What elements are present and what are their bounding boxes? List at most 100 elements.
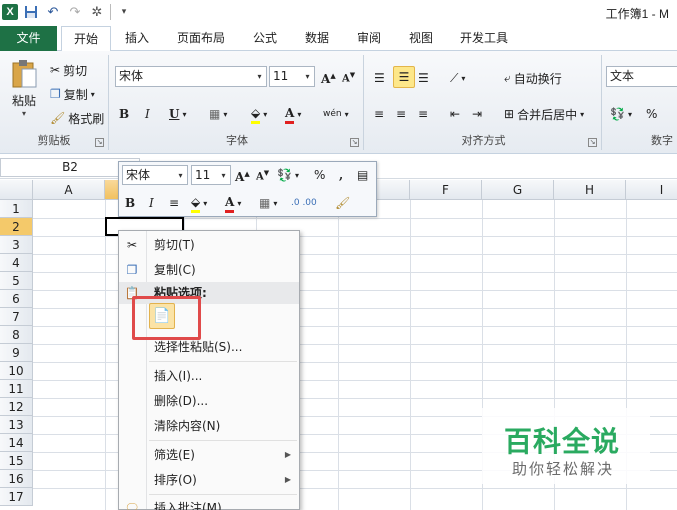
save-icon[interactable] (22, 3, 40, 21)
copy-dropdown-icon[interactable]: ▾ (91, 90, 95, 99)
tab-home[interactable]: 开始 (61, 26, 111, 52)
row-header[interactable]: 13 (0, 416, 33, 434)
menu-item-clear[interactable]: 清除内容(N) (119, 415, 299, 437)
row-header[interactable]: 16 (0, 470, 33, 488)
fill-dropdown-icon[interactable]: ▾ (263, 110, 267, 119)
alignment-launcher-icon[interactable]: ↘ (588, 138, 597, 147)
border-dropdown-icon[interactable]: ▾ (223, 110, 227, 119)
redo-icon[interactable]: ↷ (66, 3, 84, 21)
mini-shrink-font-button[interactable]: A▼ (256, 164, 269, 186)
mini-format-painter-button[interactable]: 🖌 (335, 192, 350, 214)
accounting-dropdown-icon[interactable]: ▾ (628, 110, 632, 119)
mini-font-combo[interactable]: 宋体 ▾ (122, 165, 188, 185)
mini-font-color-button[interactable]: A ▾ (225, 192, 241, 214)
mini-border-dropdown-icon[interactable]: ▾ (273, 199, 277, 208)
menu-item-sort[interactable]: 排序(O) ▶ (119, 469, 299, 491)
menu-item-delete[interactable]: 删除(D)... (119, 390, 299, 412)
font-name-combo[interactable]: 宋体 ▾ (115, 66, 267, 87)
column-header[interactable]: F (410, 180, 482, 200)
phonetic-dropdown-icon[interactable]: ▾ (345, 110, 349, 119)
tab-view[interactable]: 视图 (402, 26, 440, 51)
row-header[interactable]: 4 (0, 254, 33, 272)
mini-decimal-button[interactable]: .0 .00 (291, 192, 317, 214)
column-header[interactable]: H (554, 180, 626, 200)
phonetic-button[interactable]: wén ▾ (323, 103, 349, 125)
clipboard-launcher-icon[interactable]: ↘ (95, 138, 104, 147)
mini-font-color-dropdown-icon[interactable]: ▾ (237, 199, 241, 208)
mini-fill-color-button[interactable]: ⬙ ▾ (191, 192, 207, 214)
border-button[interactable]: ▦ ▾ (209, 103, 227, 125)
row-header[interactable]: 11 (0, 380, 33, 398)
mini-format-button[interactable]: ▤ (357, 164, 368, 186)
fill-color-button[interactable]: ⬙ ▾ (251, 103, 267, 125)
wrap-text-button[interactable]: ⤶ 自动换行 (504, 67, 562, 89)
mini-border-button[interactable]: ▦ ▾ (259, 192, 277, 214)
tab-file[interactable]: 文件 (0, 26, 57, 51)
tools-icon[interactable]: ✲ (88, 3, 106, 21)
decrease-indent-button[interactable]: ⇤ (450, 103, 460, 125)
column-header[interactable]: A (33, 180, 105, 200)
row-header[interactable]: 3 (0, 236, 33, 254)
menu-item-insert-comment[interactable]: 🗨 插入批注(M) (119, 497, 299, 510)
row-header[interactable]: 9 (0, 344, 33, 362)
row-header[interactable]: 6 (0, 290, 33, 308)
mini-accounting-button[interactable]: 💱 ▾ (277, 164, 299, 186)
font-size-combo[interactable]: 11 ▾ (269, 66, 315, 87)
select-all-corner[interactable] (0, 180, 33, 200)
italic-button[interactable]: I (145, 103, 150, 125)
orientation-button[interactable]: ⟋ ▾ (450, 67, 465, 89)
row-header[interactable]: 12 (0, 398, 33, 416)
align-top-button[interactable]: ☰ (374, 67, 385, 89)
percent-button[interactable]: % (646, 103, 657, 125)
underline-dropdown-icon[interactable]: ▾ (182, 110, 186, 119)
tab-formulas[interactable]: 公式 (246, 26, 284, 51)
mini-size-combo[interactable]: 11 ▾ (191, 165, 231, 185)
cut-button[interactable]: ✂ 剪切 (50, 59, 87, 81)
customize-qat-icon[interactable]: ▾ (115, 3, 133, 21)
grow-font-button[interactable]: A▲ (321, 66, 336, 88)
merge-center-button[interactable]: ⊞ 合并后居中 ▾ (504, 103, 584, 125)
bold-button[interactable]: B (119, 103, 129, 125)
tab-page-layout[interactable]: 页面布局 (170, 26, 232, 51)
mini-align-center-button[interactable]: ≡ (169, 192, 179, 214)
accounting-button[interactable]: 💱 ▾ (610, 103, 632, 125)
mini-fill-dropdown-icon[interactable]: ▾ (203, 199, 207, 208)
underline-button[interactable]: U ▾ (169, 103, 186, 125)
row-header[interactable]: 5 (0, 272, 33, 290)
mini-italic-button[interactable]: I (149, 192, 154, 214)
format-painter-button[interactable]: 🖌 格式刷 (50, 107, 104, 129)
mini-accounting-dropdown-icon[interactable]: ▾ (295, 171, 299, 180)
mini-percent-button[interactable]: % (314, 164, 325, 186)
row-header[interactable]: 14 (0, 434, 33, 452)
font-color-button[interactable]: A ▾ (285, 103, 301, 125)
column-header[interactable]: I (626, 180, 677, 200)
row-header[interactable]: 8 (0, 326, 33, 344)
menu-item-filter[interactable]: 筛选(E) ▶ (119, 444, 299, 466)
menu-item-copy[interactable]: ❐ 复制(C) (119, 259, 299, 281)
font-color-dropdown-icon[interactable]: ▾ (297, 110, 301, 119)
tab-review[interactable]: 审阅 (350, 26, 388, 51)
column-header[interactable]: G (482, 180, 554, 200)
row-header[interactable]: 15 (0, 452, 33, 470)
merge-dropdown-icon[interactable]: ▾ (580, 110, 584, 119)
tab-data[interactable]: 数据 (298, 26, 336, 51)
row-header[interactable]: 7 (0, 308, 33, 326)
paste-button[interactable]: 粘贴 ▾ (6, 57, 42, 121)
menu-item-cut[interactable]: ✂ 剪切(T) (119, 234, 299, 256)
number-format-combo[interactable]: 文本 (606, 66, 677, 87)
paste-dropdown-icon[interactable]: ▾ (6, 109, 42, 118)
align-left-button[interactable]: ≡ (374, 103, 384, 125)
shrink-font-button[interactable]: A▼ (342, 66, 355, 88)
mini-comma-button[interactable]: , (339, 164, 343, 186)
menu-item-insert[interactable]: 插入(I)... (119, 365, 299, 387)
row-header[interactable]: 2 (0, 218, 33, 236)
font-launcher-icon[interactable]: ↘ (350, 138, 359, 147)
orientation-dropdown-icon[interactable]: ▾ (461, 74, 465, 83)
tab-insert[interactable]: 插入 (118, 26, 156, 51)
tab-developer[interactable]: 开发工具 (454, 26, 514, 51)
align-right-button[interactable]: ≡ (418, 103, 428, 125)
undo-icon[interactable]: ↶ (44, 3, 62, 21)
row-header[interactable]: 1 (0, 200, 33, 218)
copy-button[interactable]: ❐ 复制 ▾ (50, 83, 95, 105)
row-header[interactable]: 17 (0, 488, 33, 506)
